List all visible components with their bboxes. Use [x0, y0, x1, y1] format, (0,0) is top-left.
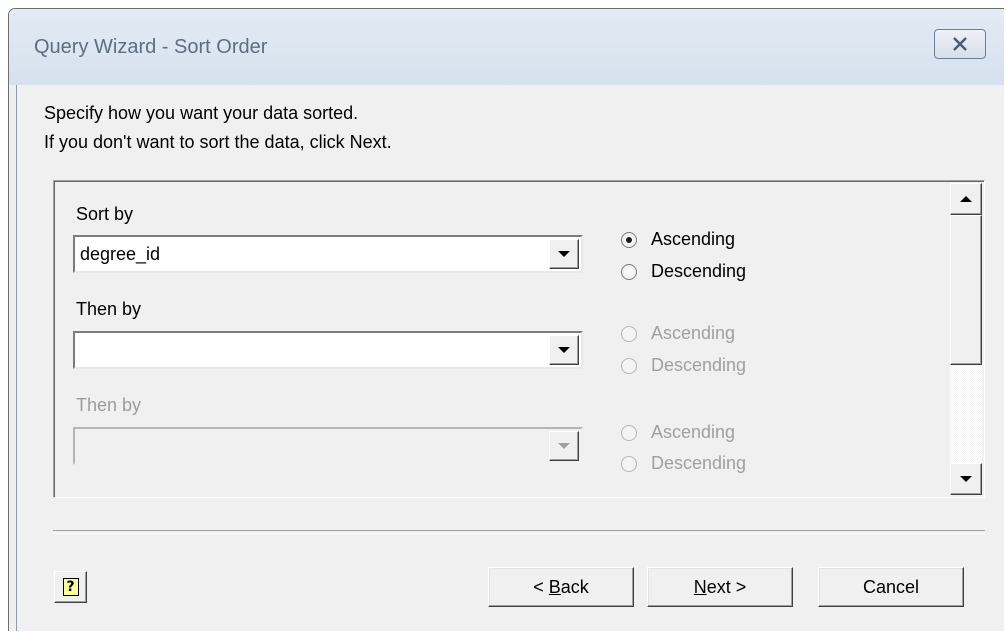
- then-by-2-dropdown-button[interactable]: [549, 431, 579, 461]
- then-by-1-descending-option[interactable]: Descending: [621, 355, 746, 376]
- then-by-1-descending-radio[interactable]: [621, 357, 637, 374]
- sort-by-dropdown-button[interactable]: [549, 239, 579, 269]
- sort-by-ascending-radio[interactable]: [621, 231, 637, 248]
- sort-criteria-panel: Sort by degree_id Ascending Descending T…: [53, 180, 985, 498]
- scrollbar-thumb[interactable]: [950, 215, 982, 365]
- sort-by-combobox[interactable]: degree_id: [73, 235, 583, 273]
- then-by-1-ascending-label: Ascending: [651, 323, 736, 343]
- help-icon: ?: [62, 578, 79, 596]
- arrow-down-icon: [960, 476, 972, 482]
- instruction-line-1: Specify how you want your data sorted.: [44, 103, 359, 123]
- sort-by-ascending-option[interactable]: Ascending: [621, 229, 735, 250]
- query-wizard-dialog: Query Wizard - Sort Order Specify how yo…: [8, 8, 1004, 631]
- then-by-2-descending-option[interactable]: Descending: [621, 453, 746, 474]
- instructions: Specify how you want your data sorted. I…: [44, 99, 392, 157]
- sort-by-label: Sort by: [76, 204, 134, 224]
- window-title: Query Wizard - Sort Order: [34, 36, 268, 58]
- chevron-down-icon: [558, 251, 570, 257]
- then-by-1-ascending-radio[interactable]: [621, 325, 637, 342]
- chevron-down-icon: [558, 347, 570, 353]
- then-by-1-descending-label: Descending: [651, 355, 747, 375]
- then-by-1-dropdown-button[interactable]: [549, 335, 579, 365]
- dialog-client-area: Specify how you want your data sorted. I…: [16, 85, 1004, 631]
- cancel-button[interactable]: Cancel: [818, 567, 964, 607]
- then-by-2-ascending-label: Ascending: [651, 422, 736, 442]
- chevron-down-icon: [558, 443, 570, 449]
- cancel-button-label: Cancel: [862, 576, 920, 597]
- sort-by-ascending-label: Ascending: [651, 229, 736, 249]
- back-button-prefix: <: [533, 576, 549, 597]
- sort-by-descending-label: Descending: [651, 261, 747, 281]
- then-by-2-combobox[interactable]: [73, 427, 583, 465]
- back-button[interactable]: < Back: [488, 567, 634, 607]
- then-by-1-ascending-option[interactable]: Ascending: [621, 323, 735, 344]
- next-button[interactable]: Next >: [647, 567, 793, 607]
- help-button[interactable]: ?: [54, 571, 87, 603]
- then-by-2-ascending-radio[interactable]: [621, 424, 637, 441]
- then-by-1-label: Then by: [76, 299, 142, 319]
- then-by-2-descending-label: Descending: [651, 453, 747, 473]
- instruction-line-2: If you don't want to sort the data, clic…: [44, 132, 392, 152]
- sort-by-value: degree_id: [80, 244, 161, 264]
- scroll-up-button[interactable]: [950, 183, 982, 215]
- back-button-rest: ack: [560, 576, 589, 597]
- then-by-2-descending-radio[interactable]: [621, 455, 637, 472]
- next-button-accel: N: [693, 576, 707, 597]
- then-by-2-ascending-option[interactable]: Ascending: [621, 422, 735, 443]
- close-button[interactable]: [934, 29, 986, 59]
- close-icon: [953, 37, 967, 51]
- arrow-up-icon: [960, 196, 972, 202]
- sort-by-descending-radio[interactable]: [621, 263, 637, 280]
- next-button-rest: ext >: [706, 576, 747, 597]
- then-by-2-label: Then by: [76, 395, 142, 415]
- button-separator: [53, 530, 985, 534]
- then-by-1-combobox[interactable]: [73, 331, 583, 369]
- sort-by-descending-option[interactable]: Descending: [621, 261, 746, 282]
- back-button-accel: B: [548, 576, 561, 597]
- title-bar[interactable]: Query Wizard - Sort Order: [9, 9, 1004, 85]
- scroll-down-button[interactable]: [950, 463, 982, 495]
- vertical-scrollbar[interactable]: [950, 183, 982, 495]
